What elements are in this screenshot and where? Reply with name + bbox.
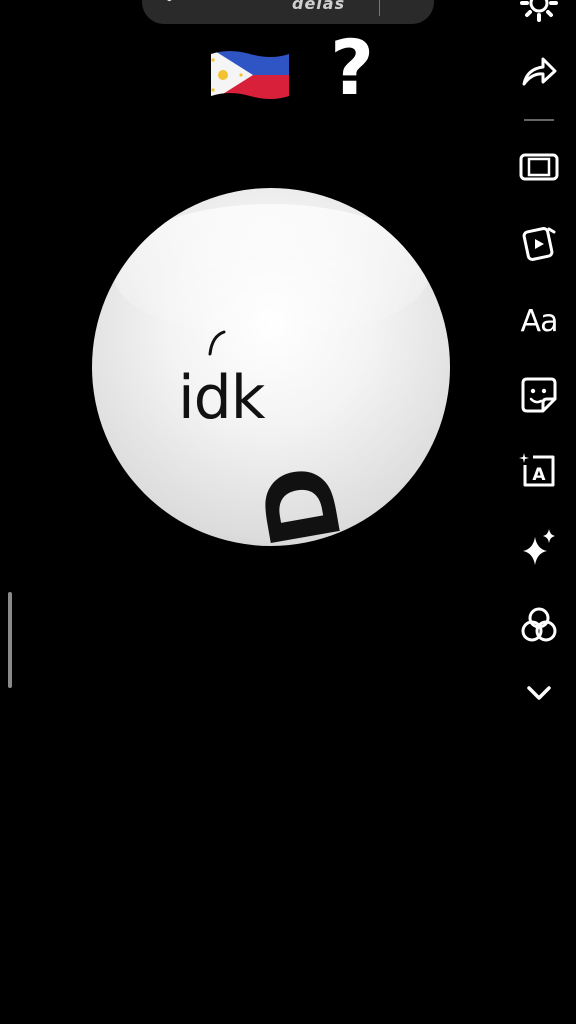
text-icon: Aa <box>520 303 559 339</box>
question-mark: ? <box>330 23 375 112</box>
captions-icon: A <box>519 453 555 487</box>
arc-mark <box>208 330 226 356</box>
sparkle-icon <box>523 529 555 565</box>
svg-text:A: A <box>532 465 546 485</box>
gear-icon <box>520 0 558 22</box>
more-options-button[interactable]: ··· <box>400 0 414 4</box>
chevron-down-icon <box>527 686 551 700</box>
ball-sticker[interactable]: idk D <box>92 188 450 546</box>
sticker-label: idk <box>178 363 266 433</box>
share-button[interactable] <box>514 46 564 96</box>
music-note-icon: ♪ <box>166 0 176 5</box>
sticker-icon <box>521 377 557 413</box>
pill-divider <box>379 0 380 16</box>
share-arrow-icon <box>522 57 557 86</box>
more-button[interactable] <box>514 668 564 718</box>
editor-toolbar: Aa A <box>504 0 576 760</box>
ball-shine <box>114 204 428 334</box>
text-button[interactable]: Aa <box>514 296 564 346</box>
effects-button[interactable] <box>514 522 564 572</box>
settings-button[interactable] <box>514 0 564 28</box>
sticker-button[interactable] <box>514 370 564 420</box>
scroll-indicator[interactable] <box>8 592 12 688</box>
filters-icon <box>521 607 557 642</box>
clips-button[interactable] <box>514 218 564 268</box>
sticker-letter: D <box>239 457 364 546</box>
audio-pill[interactable]: ♪ delas ··· <box>142 0 434 24</box>
filters-button[interactable] <box>514 600 564 650</box>
toolbar-separator <box>524 119 554 121</box>
resize-button[interactable] <box>514 142 564 192</box>
captions-button[interactable]: A <box>514 446 564 496</box>
resize-icon <box>519 153 559 181</box>
clips-icon <box>522 227 556 261</box>
audio-title: delas <box>292 0 346 13</box>
philippines-flag-icon <box>211 51 289 99</box>
